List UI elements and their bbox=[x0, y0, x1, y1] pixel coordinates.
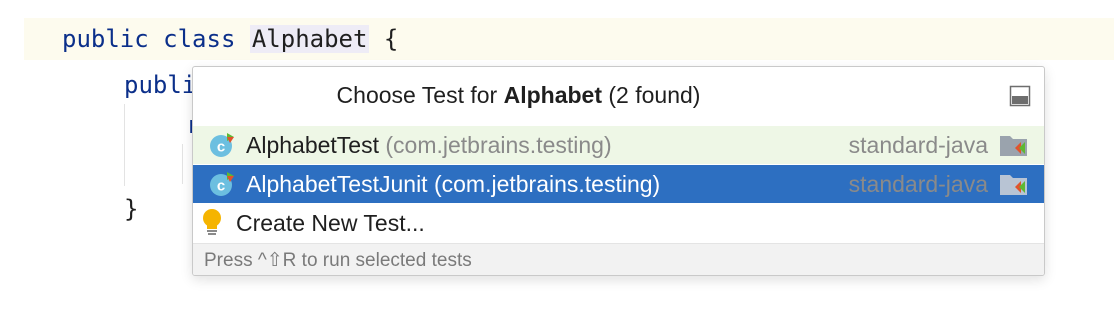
create-new-test-label: Create New Test... bbox=[236, 210, 425, 236]
choose-test-popup: Choose Test for Alphabet (2 found) c Alp… bbox=[192, 66, 1045, 276]
module-name: standard-java bbox=[848, 171, 988, 197]
indent-guide-inner bbox=[182, 144, 183, 184]
module-folder-icon bbox=[1000, 136, 1027, 156]
create-new-test-item[interactable]: Create New Test... bbox=[193, 204, 1044, 242]
svg-text:c: c bbox=[217, 178, 225, 195]
open-brace: { bbox=[369, 25, 399, 53]
pin-popup-icon[interactable] bbox=[1009, 85, 1031, 107]
footer-hint: Press ^⇧R to run selected tests bbox=[204, 250, 472, 271]
class-name-alphabet[interactable]: Alphabet bbox=[249, 25, 370, 53]
test-name: AlphabetTest (com.jetbrains.testing) bbox=[246, 132, 612, 158]
test-class-icon: c bbox=[210, 133, 234, 157]
test-name: AlphabetTestJunit (com.jetbrains.testing… bbox=[246, 171, 661, 197]
code-line-class-declaration[interactable]: public class Alphabet { bbox=[62, 19, 398, 59]
popup-header: Choose Test for Alphabet (2 found) bbox=[193, 67, 1044, 125]
indent-guide bbox=[124, 104, 125, 186]
lightbulb-icon bbox=[203, 209, 221, 235]
code-line-method[interactable]: publi bbox=[124, 65, 196, 105]
list-item-alphabettest[interactable]: c AlphabetTest (com.jetbrains.testing) s… bbox=[193, 126, 1044, 164]
title-count: (2 found) bbox=[602, 82, 701, 108]
popup-footer: Press ^⇧R to run selected tests bbox=[193, 243, 1044, 275]
test-class-icon: c bbox=[210, 172, 234, 196]
title-class-name: Alphabet bbox=[503, 82, 602, 108]
svg-text:c: c bbox=[217, 139, 225, 156]
title-prefix: Choose Test for bbox=[336, 82, 504, 108]
module-folder-icon bbox=[1000, 175, 1027, 195]
popup-title: Choose Test for Alphabet (2 found) bbox=[193, 82, 844, 109]
module-name: standard-java bbox=[848, 132, 988, 158]
keyword-public-class: public class bbox=[62, 25, 250, 53]
list-item-alphabettestjunit[interactable]: c AlphabetTestJunit (com.jetbrains.testi… bbox=[193, 165, 1044, 203]
code-line-close-brace[interactable]: } bbox=[124, 189, 138, 229]
